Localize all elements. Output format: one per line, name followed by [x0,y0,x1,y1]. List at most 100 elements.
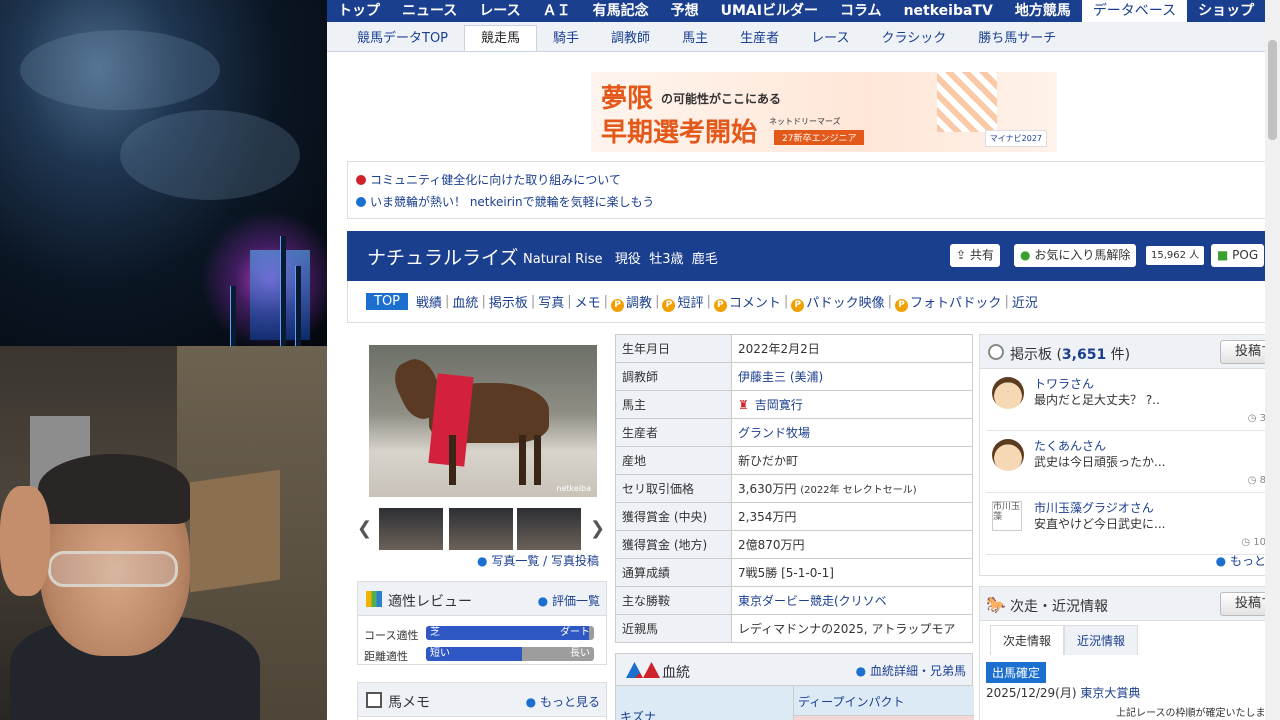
top-nav-item[interactable]: ショップ [1187,0,1265,22]
sub-nav-item[interactable]: クラシック [865,27,962,51]
thumbnail[interactable] [379,508,443,550]
bbs-post[interactable]: 市川玉藻市川玉藻グラジオさん安直やけど今日武史に...◷ 10分 [986,495,1276,555]
profile-key: 近親馬 [615,614,732,643]
profile-key: 生年月日 [615,334,732,363]
nebula-cloud [20,30,220,110]
next-race-name[interactable]: 東京大賞典 [1080,686,1140,700]
top-nav-item[interactable]: 有馬記念 [582,0,660,22]
top-nav-item[interactable]: ニュース [391,0,468,22]
bbs-user[interactable]: たくあんさん [1034,437,1106,454]
horse-tab[interactable]: 近況 [1009,292,1041,311]
top-nav-item[interactable]: 地方競馬 [1004,0,1082,22]
bbs-user[interactable]: 市川玉藻グラジオさん [1034,499,1154,516]
horse-photo[interactable]: netkeiba [369,345,597,497]
top-nav-item[interactable]: ＡＩ [532,0,582,22]
notice-link[interactable]: コミュニティ健全化に向けた取り組みについて [356,171,621,188]
horse-status: 現役 [614,252,641,267]
sub-nav-item[interactable]: 生産者 [724,27,795,51]
horse-tab-label: パドック映像 [806,295,885,311]
top-nav-item[interactable]: データベース [1081,0,1188,22]
review-title: 適性レビュー [388,594,472,610]
profile-link[interactable]: 吉岡寛行 [755,398,803,412]
review-list-link[interactable]: ● 評価一覧 [538,592,600,609]
horse-tab[interactable]: 血統 [449,292,481,311]
notice-box: コミュニティ健全化に向けた取り組みについて いま競輪が熱い！ netkeirin… [347,161,1277,219]
bloodline-detail-link[interactable]: ● 血統詳細・兄弟馬 [856,662,966,679]
horse-tab[interactable]: メモ [572,292,604,311]
next-race-tabs: 次走情報 近況情報 [990,625,1139,655]
top-nav-item[interactable]: レース [468,0,531,22]
scrollbar[interactable] [1265,0,1280,720]
tab-top[interactable]: TOP [366,293,409,310]
notice-link[interactable]: いま競輪が熱い！ netkeirinで競輪を気軽に楽しもう [356,193,654,210]
bbs-message: 武史は今日頑張ったか... [1034,455,1166,469]
profile-row: 生産者 グランド牧場 [615,418,973,447]
top-nav-item[interactable]: トップ [327,0,391,22]
horse-tab-label: メモ [574,296,601,311]
scrollbar-thumb[interactable] [1268,40,1277,140]
horse-tab[interactable]: P 短評 [659,292,706,312]
profile-value-text: 2億870万円 [738,538,805,552]
sub-nav-item[interactable]: 競走馬 [464,25,538,51]
blue-dot-icon [356,197,366,207]
pog-button[interactable]: ■ POG [1211,244,1265,267]
avatar-icon [992,377,1024,409]
top-nav-item[interactable]: コラム [829,0,893,22]
next-arrow-icon[interactable]: ❯ [590,518,605,539]
profile-link[interactable]: 東京ダービー競走(クリソベ [738,594,887,608]
photo-links[interactable]: ● 写真一覧 / 写真投稿 [477,552,599,569]
horse-tab[interactable]: P パドック映像 [788,292,887,312]
tower [230,286,236,346]
favorite-button[interactable]: ● お気に入り馬解除 [1014,244,1137,267]
prev-arrow-icon[interactable]: ❮ [357,518,372,539]
horse-tab-label: 短評 [677,295,704,311]
review-box: 適性レビュー ● 評価一覧 コース適性 芝 ダート 距離適性 短い 長い [357,581,607,665]
sub-nav-item[interactable]: レース [795,27,865,51]
next-race-note: 上記レースの枠順が確定いたしまし [1116,708,1276,719]
tab-recent-info[interactable]: 近況情報 [1064,625,1139,655]
premium-icon: P [713,298,727,312]
sub-nav-item[interactable]: 馬主 [666,27,724,51]
netkeiba-page: トップ ニュース レース ＡＩ 有馬記念 予想 UMAIビルダー コラム netkeibaTV 地… [327,0,1280,720]
tab-next-race[interactable]: 次走情報 [990,625,1065,655]
profile-row: 獲得賞金 (地方) 2億870万円 [615,530,973,559]
share-button[interactable]: ⇪ 共有 [950,244,1000,267]
avatar-alt-text: 市川玉藻 [993,502,1021,522]
bloodline-self[interactable]: キズナ [616,686,794,720]
horse-tab[interactable]: 戦績 [413,292,445,311]
premium-icon: P [791,298,805,312]
bbs-user[interactable]: トワラさん [1034,375,1094,392]
profile-link[interactable]: グランド牧場 [738,426,810,440]
top-nav-item[interactable]: netkeibaTV [893,0,1004,22]
profile-key: 主な勝鞍 [615,586,732,615]
horse-tab[interactable]: P フォトパドック [892,292,1004,312]
sub-nav-item[interactable]: 競馬データTOP [341,27,464,51]
sub-nav-item[interactable]: 騎手 [537,27,595,51]
top-nav-item[interactable]: UMAIビルダー [710,0,829,22]
profile-value: 7戦5勝 [5-1-0-1] [731,558,973,587]
next-race-header: 🐎 次走・近況情報 投稿する [980,587,1280,621]
bbs-post[interactable]: トワラさん最内だと足大丈夫？ ?..◷ 3分 [986,371,1276,431]
bbs-post[interactable]: たくあんさん武史は今日頑張ったか...◷ 8分 [986,433,1276,493]
avatar-image: 市川玉藻 [992,501,1022,531]
horse-tab[interactable]: 掲示板 [486,292,531,311]
pin-icon: ● [1020,248,1031,262]
bbs-title: 掲示板 (3,651 件) [1010,347,1131,363]
profile-link[interactable]: 伊藤圭三 (美浦) [738,370,823,384]
global-nav: トップ ニュース レース ＡＩ 有馬記念 予想 UMAIビルダー コラム netkeibaTV 地… [327,0,1280,22]
memo-more-link[interactable]: ● もっと見る [526,693,600,710]
thumbnail[interactable] [517,508,581,550]
arrow-circle-icon: ● [525,695,537,709]
bloodline-sire[interactable]: ディープインパクト [794,686,974,716]
sub-nav-item[interactable]: 勝ち馬サーチ [962,27,1072,51]
horse-tab[interactable]: P コメント [711,292,784,312]
ad-banner[interactable]: 夢限 の可能性がここにある 早期選考開始 ネットドリーマーズ 27新卒エンジニア… [591,72,1057,152]
next-race-date-line: 2025/12/29(月) 東京大賞典 [986,684,1140,701]
thumbnail[interactable] [449,508,513,550]
horse-tab[interactable]: P 調教 [608,292,655,312]
next-race-date: 2025/12/29(月) [986,686,1077,700]
sub-nav-item[interactable]: 調教師 [595,27,666,51]
top-nav-item[interactable]: 予想 [660,0,710,22]
horse-leg [534,435,541,485]
horse-tab[interactable]: 写真 [535,292,567,311]
